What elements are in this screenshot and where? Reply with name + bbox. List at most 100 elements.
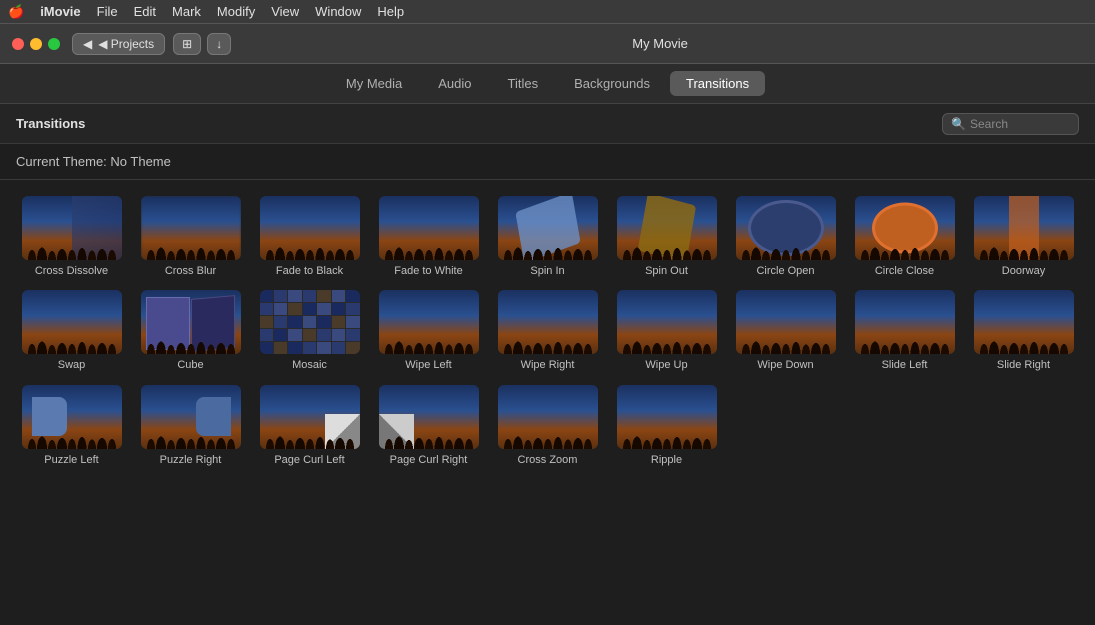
transition-item-cross-blur[interactable]: Cross Blur	[135, 196, 246, 278]
transition-thumb-puzzle-right	[141, 385, 241, 449]
forest-overlay-swap	[22, 309, 122, 354]
menu-file[interactable]: File	[97, 4, 118, 19]
menu-mark[interactable]: Mark	[172, 4, 201, 19]
transition-item-doorway[interactable]: Doorway	[968, 196, 1079, 278]
transition-item-slide-right[interactable]: Slide Right	[968, 290, 1079, 372]
menu-modify[interactable]: Modify	[217, 4, 255, 19]
transition-item-fade-to-white[interactable]: Fade to White	[373, 196, 484, 278]
transition-item-cross-zoom[interactable]: Cross Zoom	[492, 385, 603, 467]
tab-my-media[interactable]: My Media	[330, 71, 418, 96]
forest-overlay-fade-to-black	[260, 215, 360, 260]
projects-button[interactable]: ◀ ◀ Projects	[72, 33, 165, 55]
transition-label-cross-dissolve: Cross Dissolve	[35, 264, 108, 278]
transition-item-wipe-down[interactable]: Wipe Down	[730, 290, 841, 372]
forest-overlay-spin-out	[617, 215, 717, 260]
transition-label-wipe-up: Wipe Up	[645, 358, 687, 372]
forest-overlay-wipe-up	[617, 309, 717, 354]
movie-title: My Movie	[632, 36, 688, 51]
transition-item-puzzle-left[interactable]: Puzzle Left	[16, 385, 127, 467]
transition-item-circle-open[interactable]: Circle Open	[730, 196, 841, 278]
transition-thumb-ripple	[617, 385, 717, 449]
forest-overlay-page-curl-right	[379, 404, 479, 449]
transition-thumb-slide-left	[855, 290, 955, 354]
transition-label-cross-blur: Cross Blur	[165, 264, 216, 278]
transition-item-mosaic[interactable]: Mosaic	[254, 290, 365, 372]
apple-icon[interactable]: 🍎	[8, 4, 24, 20]
forest-overlay-circle-open	[736, 215, 836, 260]
transition-thumb-fade-to-black	[260, 196, 360, 260]
tab-backgrounds[interactable]: Backgrounds	[558, 71, 666, 96]
transition-thumb-wipe-down	[736, 290, 836, 354]
transition-thumb-puzzle-left	[22, 385, 122, 449]
forest-overlay-puzzle-right	[141, 404, 241, 449]
forest-overlay-slide-left	[855, 309, 955, 354]
menu-edit[interactable]: Edit	[134, 4, 156, 19]
transition-item-circle-close[interactable]: Circle Close	[849, 196, 960, 278]
transition-label-circle-close: Circle Close	[875, 264, 934, 278]
transition-label-fade-to-black: Fade to Black	[276, 264, 343, 278]
search-box[interactable]: 🔍	[942, 113, 1079, 135]
minimize-button[interactable]	[30, 38, 42, 50]
forest-overlay-wipe-right	[498, 309, 598, 354]
menubar: 🍎 iMovie File Edit Mark Modify View Wind…	[0, 0, 1095, 24]
transition-label-cube: Cube	[177, 358, 203, 372]
forest-overlay-circle-close	[855, 215, 955, 260]
transition-thumb-cross-zoom	[498, 385, 598, 449]
transition-thumb-cross-dissolve	[22, 196, 122, 260]
transition-item-cube[interactable]: Cube	[135, 290, 246, 372]
transition-item-cross-dissolve[interactable]: Cross Dissolve	[16, 196, 127, 278]
transition-thumb-wipe-up	[617, 290, 717, 354]
menu-view[interactable]: View	[271, 4, 299, 19]
transition-item-ripple[interactable]: Ripple	[611, 385, 722, 467]
forest-overlay-wipe-left	[379, 309, 479, 354]
transition-thumb-swap	[22, 290, 122, 354]
transition-item-page-curl-right[interactable]: Page Curl Right	[373, 385, 484, 467]
close-button[interactable]	[12, 38, 24, 50]
transition-item-wipe-up[interactable]: Wipe Up	[611, 290, 722, 372]
transition-label-cross-zoom: Cross Zoom	[518, 453, 578, 467]
back-icon: ◀	[83, 37, 92, 51]
forest-overlay-page-curl-left	[260, 404, 360, 449]
transitions-grid: Cross Dissolve Cross Blur Fade to Black Fad…	[0, 180, 1095, 483]
transition-thumb-mosaic	[260, 290, 360, 354]
transition-label-page-curl-right: Page Curl Right	[390, 453, 468, 467]
forest-overlay-slide-right	[974, 309, 1074, 354]
maximize-button[interactable]	[48, 38, 60, 50]
transition-thumb-spin-out	[617, 196, 717, 260]
transition-item-spin-in[interactable]: Spin In	[492, 196, 603, 278]
transition-thumb-fade-to-white	[379, 196, 479, 260]
transition-item-puzzle-right[interactable]: Puzzle Right	[135, 385, 246, 467]
transition-label-doorway: Doorway	[1002, 264, 1045, 278]
transition-label-swap: Swap	[58, 358, 86, 372]
search-input[interactable]	[970, 117, 1070, 131]
transition-item-page-curl-left[interactable]: Page Curl Left	[254, 385, 365, 467]
transition-label-wipe-down: Wipe Down	[757, 358, 813, 372]
traffic-lights	[12, 38, 60, 50]
tab-titles[interactable]: Titles	[492, 71, 555, 96]
menu-window[interactable]: Window	[315, 4, 361, 19]
tabbar: My Media Audio Titles Backgrounds Transi…	[0, 64, 1095, 104]
tab-audio[interactable]: Audio	[422, 71, 487, 96]
transition-thumb-circle-close	[855, 196, 955, 260]
content-header: Transitions 🔍	[0, 104, 1095, 144]
forest-overlay-cross-dissolve	[22, 215, 122, 260]
transition-item-fade-to-black[interactable]: Fade to Black	[254, 196, 365, 278]
tab-transitions[interactable]: Transitions	[670, 71, 765, 96]
transition-item-wipe-right[interactable]: Wipe Right	[492, 290, 603, 372]
transition-thumb-wipe-left	[379, 290, 479, 354]
view-toggle-button[interactable]: ⊞	[173, 33, 201, 55]
transition-item-swap[interactable]: Swap	[16, 290, 127, 372]
transition-item-slide-left[interactable]: Slide Left	[849, 290, 960, 372]
transition-label-fade-to-white: Fade to White	[394, 264, 462, 278]
transition-item-wipe-left[interactable]: Wipe Left	[373, 290, 484, 372]
menu-help[interactable]: Help	[377, 4, 404, 19]
sort-button[interactable]: ↓	[207, 33, 231, 55]
transition-label-ripple: Ripple	[651, 453, 682, 467]
transition-thumb-circle-open	[736, 196, 836, 260]
transition-label-circle-open: Circle Open	[756, 264, 814, 278]
forest-overlay-cross-zoom	[498, 404, 598, 449]
transition-thumb-page-curl-left	[260, 385, 360, 449]
transition-item-spin-out[interactable]: Spin Out	[611, 196, 722, 278]
forest-overlay-ripple	[617, 404, 717, 449]
transition-label-slide-left: Slide Left	[882, 358, 928, 372]
